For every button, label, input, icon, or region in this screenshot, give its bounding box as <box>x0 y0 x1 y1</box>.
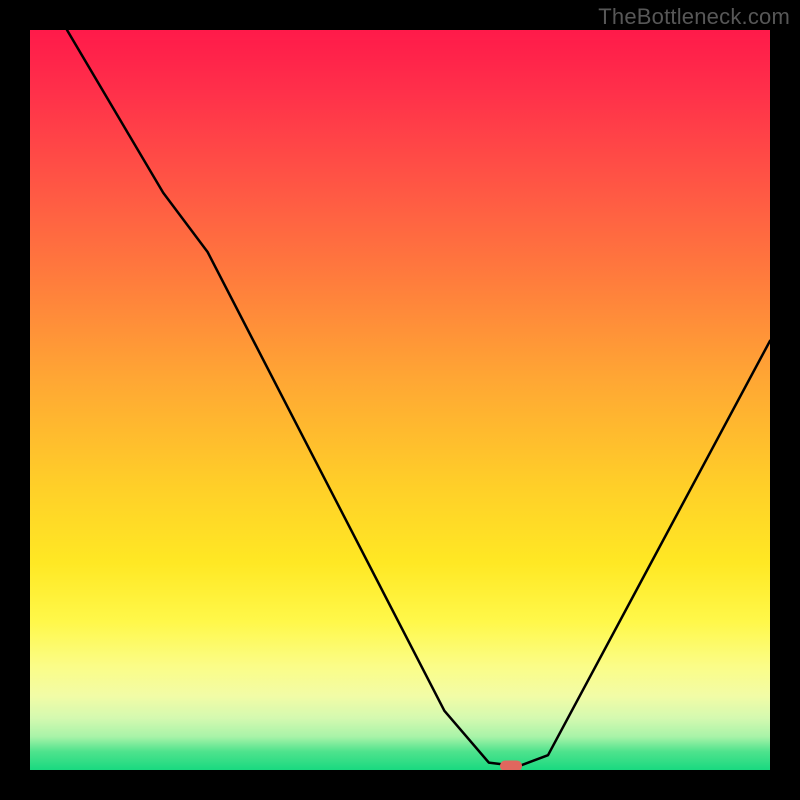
watermark-label: TheBottleneck.com <box>598 4 790 30</box>
bottleneck-curve <box>30 30 770 770</box>
curve-path <box>67 30 770 766</box>
optimal-marker <box>500 760 522 770</box>
chart-frame: TheBottleneck.com <box>0 0 800 800</box>
plot-area <box>30 30 770 770</box>
